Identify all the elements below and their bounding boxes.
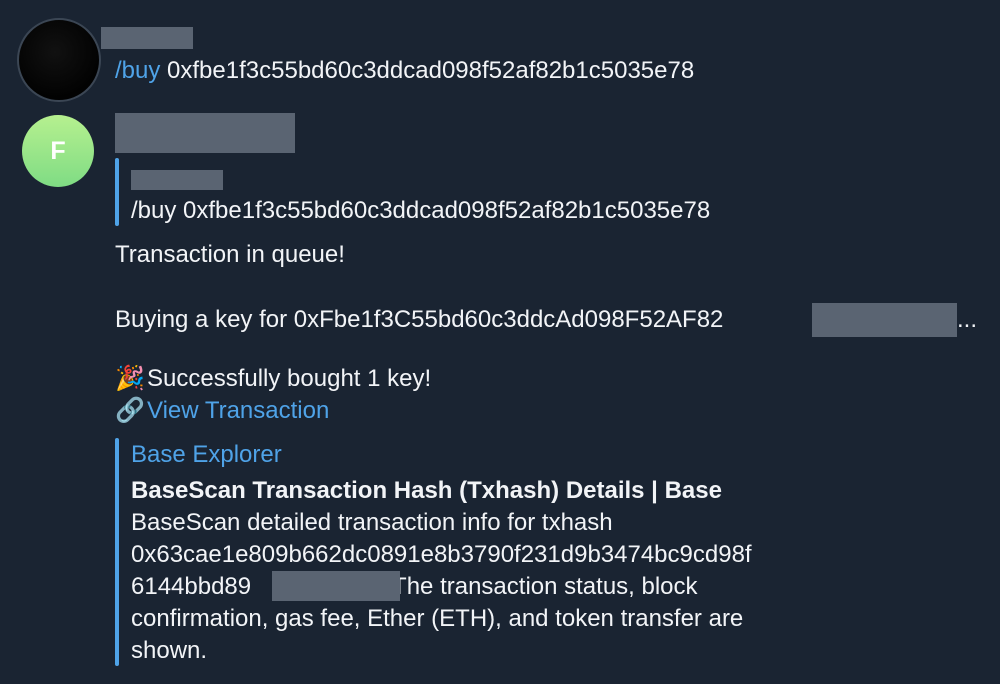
avatar-initial: F [50, 136, 66, 165]
redacted-address-part [812, 303, 957, 337]
preview-description-4: confirmation, gas fee, Ether (ETH), and … [131, 605, 744, 632]
link-preview-bar[interactable] [115, 438, 119, 666]
party-popper-icon: 🎉 [115, 365, 145, 392]
success-line: 🎉Successfully bought 1 key! [115, 363, 431, 395]
view-transaction-link[interactable]: View Transaction [147, 397, 329, 424]
preview-description-1: BaseScan detailed transaction info for t… [131, 509, 613, 536]
preview-description-5: shown. [131, 637, 208, 664]
preview-description-3: 6144bbd89 . The transaction status, block [131, 571, 698, 603]
preview-description-2: 0x63cae1e809b662dc0891e8b3790f231d9b3474… [131, 541, 752, 568]
txhash-tail: 6144bbd89 [131, 573, 252, 600]
preview-description-3b: . The transaction status, block [379, 573, 698, 600]
success-text: Successfully bought 1 key! [147, 365, 432, 392]
buying-ellipsis: ... [957, 306, 978, 333]
wallet-address: 0xfbe1f3c55bd60c3ddcad098f52af82b1c5035e… [160, 57, 695, 84]
bot-command-link[interactable]: /buy [115, 57, 160, 84]
reply-quote-bar[interactable] [115, 158, 119, 226]
message-text: /buy 0xfbe1f3c55bd60c3ddcad098f52af82b1c… [115, 55, 694, 87]
status-line: Transaction in queue! [115, 241, 345, 268]
transaction-link-line: 🔗View Transaction [115, 395, 329, 427]
redacted-sender-name [101, 27, 193, 49]
preview-site-name[interactable]: Base Explorer [131, 439, 282, 471]
link-icon: 🔗 [115, 397, 145, 424]
user-avatar[interactable] [17, 18, 101, 102]
bot-avatar[interactable]: F [22, 115, 94, 187]
redacted-txhash-part [272, 571, 400, 601]
redacted-reply-sender [131, 170, 223, 190]
buying-text: Buying a key for 0xFbe1f3C55bd60c3ddcAd0… [115, 306, 724, 333]
buying-line: Buying a key for 0xFbe1f3C55bd60c3ddcAd0… [115, 304, 723, 336]
redacted-bot-name [115, 113, 295, 153]
reply-quote-text: /buy 0xfbe1f3c55bd60c3ddcad098f52af82b1c… [131, 197, 711, 224]
preview-title: BaseScan Transaction Hash (Txhash) Detai… [131, 477, 722, 504]
